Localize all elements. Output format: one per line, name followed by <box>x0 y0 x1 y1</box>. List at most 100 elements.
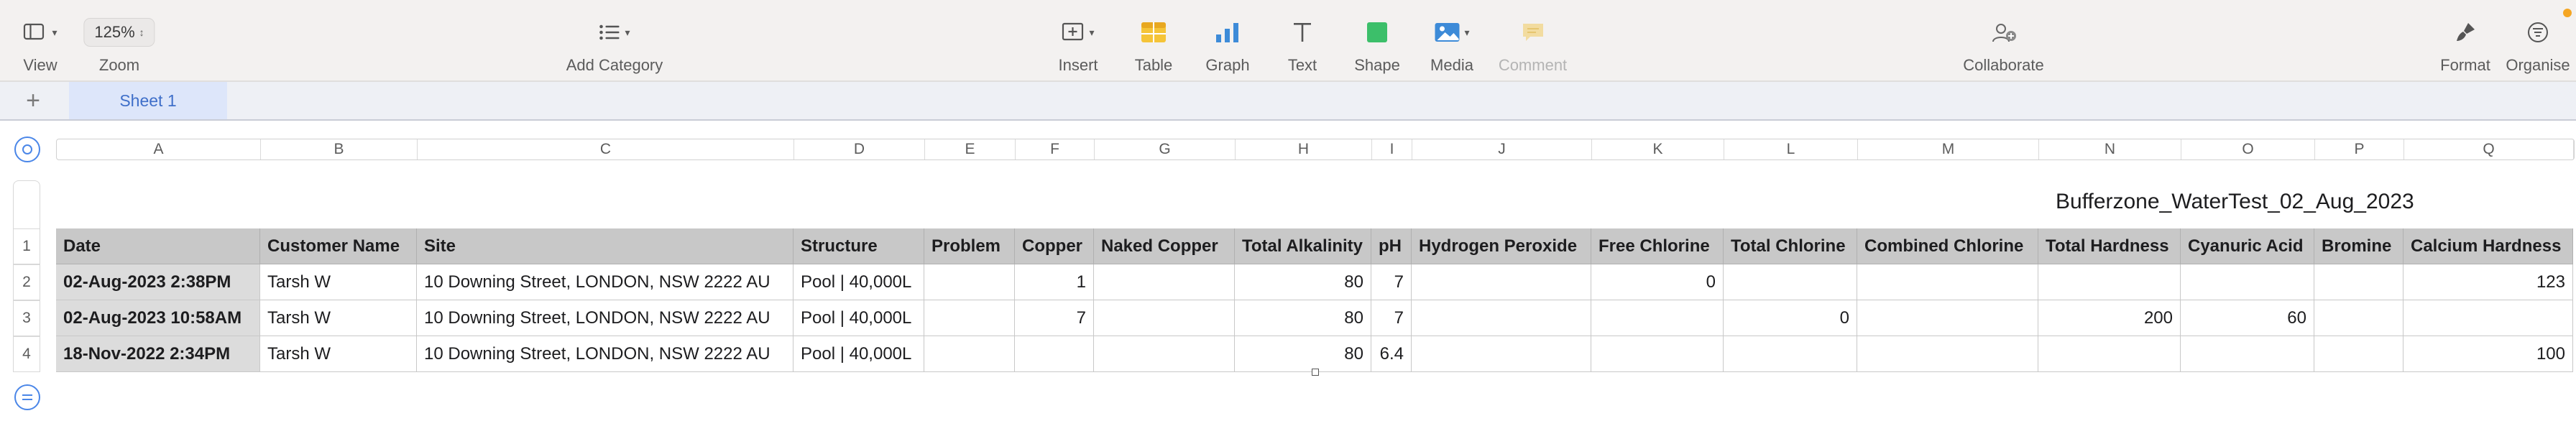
add-sheet-button[interactable]: + <box>20 87 46 114</box>
header-cell[interactable]: Total Chlorine <box>1724 228 1857 264</box>
table-cell[interactable]: Tarsh W <box>260 264 417 300</box>
header-cell[interactable]: Customer Name <box>260 228 417 264</box>
table-resize-handle[interactable] <box>1312 369 1319 376</box>
table-cell[interactable] <box>1412 300 1591 336</box>
table-cell[interactable]: 60 <box>2181 300 2314 336</box>
table-cell[interactable] <box>924 300 1015 336</box>
table-cell[interactable] <box>1015 336 1094 372</box>
column-header-f[interactable]: F <box>1016 139 1095 159</box>
table-cell[interactable] <box>1857 300 2038 336</box>
table-handle[interactable] <box>13 180 40 228</box>
table-cell[interactable] <box>1094 300 1235 336</box>
column-header-j[interactable]: J <box>1412 139 1592 159</box>
table-cell[interactable] <box>1724 336 1857 372</box>
column-header-d[interactable]: D <box>794 139 925 159</box>
header-cell[interactable]: Calcium Hardness <box>2404 228 2573 264</box>
table-cell[interactable]: 0 <box>1724 300 1857 336</box>
table-cell[interactable] <box>2038 336 2181 372</box>
header-cell[interactable]: Total Alkalinity <box>1235 228 1371 264</box>
view-button[interactable]: ▾ View <box>10 0 70 80</box>
column-header-g[interactable]: G <box>1095 139 1236 159</box>
table-cell[interactable]: Pool | 40,000L <box>794 264 924 300</box>
add-category-button[interactable]: ▾ Add Category <box>539 0 690 80</box>
table-cell[interactable] <box>1094 264 1235 300</box>
table-title[interactable]: Bufferzone_WaterTest_02_Aug_2023 <box>2056 190 2414 214</box>
header-cell[interactable]: Hydrogen Peroxide <box>1412 228 1591 264</box>
column-header-b[interactable]: B <box>261 139 418 159</box>
table-cell[interactable]: 7 <box>1015 300 1094 336</box>
table-cell[interactable] <box>1857 264 2038 300</box>
table-cell[interactable]: Pool | 40,000L <box>794 336 924 372</box>
zoom-select[interactable]: 125% ↕ <box>83 18 155 47</box>
header-cell[interactable]: Combined Chlorine <box>1857 228 2038 264</box>
text-button[interactable]: Text <box>1272 0 1333 80</box>
header-cell[interactable]: Site <box>417 228 794 264</box>
row-header-3[interactable]: 3 <box>13 300 40 336</box>
column-header-l[interactable]: L <box>1724 139 1858 159</box>
header-cell[interactable]: Copper <box>1015 228 1094 264</box>
table-cell[interactable] <box>1094 336 1235 372</box>
table-cell[interactable]: Tarsh W <box>260 336 417 372</box>
table-cell[interactable]: 02-Aug-2023 10:58AM <box>56 300 260 336</box>
table-cell[interactable] <box>2314 336 2404 372</box>
table-cell[interactable] <box>1591 300 1724 336</box>
table-cell[interactable] <box>2404 300 2573 336</box>
table-cell[interactable] <box>1591 336 1724 372</box>
header-cell[interactable]: Structure <box>794 228 924 264</box>
format-button[interactable]: Format <box>2429 0 2501 80</box>
table-cell[interactable]: Pool | 40,000L <box>794 300 924 336</box>
table-cell[interactable]: 7 <box>1371 300 1412 336</box>
row-header-2[interactable]: 2 <box>13 264 40 300</box>
column-header-a[interactable]: A <box>57 139 261 159</box>
table-cell[interactable]: 200 <box>2038 300 2181 336</box>
graph-button[interactable]: Graph <box>1193 0 1262 80</box>
table-cell[interactable]: 10 Downing Street, LONDON, NSW 2222 AU <box>417 336 794 372</box>
table-cell[interactable]: 123 <box>2404 264 2573 300</box>
table-cell[interactable]: 10 Downing Street, LONDON, NSW 2222 AU <box>417 264 794 300</box>
column-header-e[interactable]: E <box>925 139 1016 159</box>
table-cell[interactable]: Tarsh W <box>260 300 417 336</box>
table-cell[interactable]: 0 <box>1591 264 1724 300</box>
select-all-button[interactable] <box>14 137 40 162</box>
table-cell[interactable] <box>2181 264 2314 300</box>
row-header-4[interactable]: 4 <box>13 336 40 372</box>
collaborate-button[interactable]: Collaborate <box>1955 0 2052 80</box>
table-cell[interactable] <box>924 336 1015 372</box>
table-cell[interactable] <box>2038 264 2181 300</box>
zoom-control[interactable]: 125% ↕ Zoom <box>76 0 162 80</box>
table-cell[interactable] <box>1412 336 1591 372</box>
table-cell[interactable]: 7 <box>1371 264 1412 300</box>
table-cell[interactable]: 6.4 <box>1371 336 1412 372</box>
insert-button[interactable]: ▾ Insert <box>1046 0 1110 80</box>
table-cell[interactable]: 10 Downing Street, LONDON, NSW 2222 AU <box>417 300 794 336</box>
column-header-o[interactable]: O <box>2181 139 2315 159</box>
column-header-c[interactable]: C <box>418 139 794 159</box>
add-row-button[interactable] <box>14 384 40 410</box>
column-header-h[interactable]: H <box>1236 139 1372 159</box>
column-header-m[interactable]: M <box>1858 139 2039 159</box>
header-cell[interactable]: Date <box>56 228 260 264</box>
table-cell[interactable]: 02-Aug-2023 2:38PM <box>56 264 260 300</box>
header-cell[interactable]: pH <box>1371 228 1412 264</box>
table-cell[interactable] <box>2314 264 2404 300</box>
table-cell[interactable] <box>1724 264 1857 300</box>
media-button[interactable]: ▾ Media <box>1420 0 1484 80</box>
column-header-k[interactable]: K <box>1592 139 1724 159</box>
comment-button[interactable]: Comment <box>1491 0 1574 80</box>
header-cell[interactable]: Naked Copper <box>1094 228 1235 264</box>
table-cell[interactable] <box>1412 264 1591 300</box>
table-button[interactable]: Table <box>1121 0 1186 80</box>
table-cell[interactable] <box>1857 336 2038 372</box>
table-cell[interactable]: 18-Nov-2022 2:34PM <box>56 336 260 372</box>
column-header-n[interactable]: N <box>2039 139 2181 159</box>
tab-sheet-1[interactable]: Sheet 1 <box>69 82 227 119</box>
table-cell[interactable]: 80 <box>1235 300 1371 336</box>
column-header-i[interactable]: I <box>1372 139 1412 159</box>
row-header-1[interactable]: 1 <box>13 228 40 264</box>
header-cell[interactable]: Free Chlorine <box>1591 228 1724 264</box>
header-cell[interactable]: Bromine <box>2314 228 2404 264</box>
header-cell[interactable]: Total Hardness <box>2038 228 2181 264</box>
header-cell[interactable]: Problem <box>924 228 1015 264</box>
table-cell[interactable] <box>924 264 1015 300</box>
table-cell[interactable]: 80 <box>1235 264 1371 300</box>
